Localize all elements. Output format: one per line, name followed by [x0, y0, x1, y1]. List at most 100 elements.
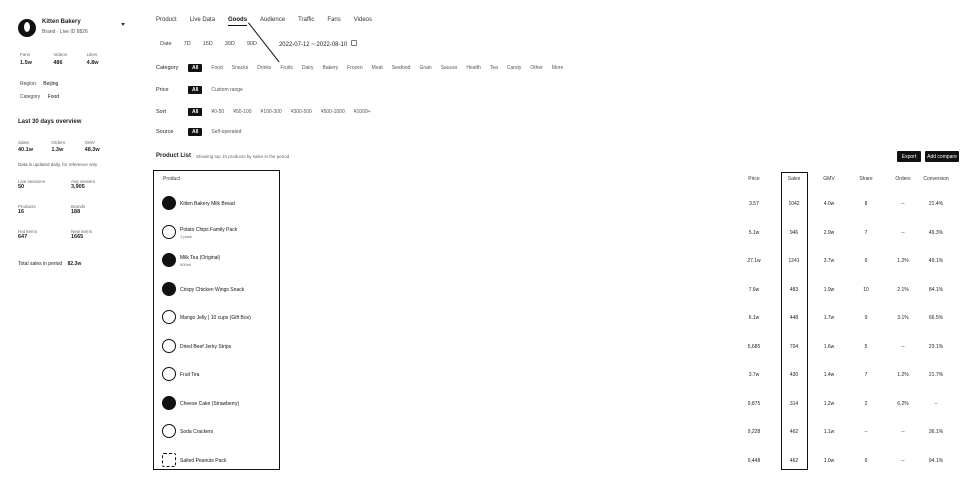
product-thumbnail-icon: [162, 424, 176, 438]
column-header-orders[interactable]: Orders: [889, 176, 917, 182]
column-header-sales[interactable]: Sales: [780, 176, 808, 182]
add-compare-button[interactable]: Add compare: [925, 151, 959, 162]
cell-share: 8: [864, 201, 868, 207]
filter-option[interactable]: ¥50-100: [233, 109, 251, 115]
cell-gmv: 1.7w: [823, 315, 835, 321]
metric: Products 16: [18, 204, 65, 226]
cell-sales: 483: [789, 287, 799, 293]
product-cell[interactable]: Cheese Cake (Strawberry): [162, 394, 274, 414]
product-cell[interactable]: Soda Crackers: [162, 422, 274, 442]
filter-option[interactable]: Meat: [372, 65, 383, 71]
cell-orders: 3.1%: [897, 315, 909, 321]
filter-option[interactable]: Snacks: [232, 65, 248, 71]
column-header-share[interactable]: Share: [852, 176, 880, 182]
filter-option-selected[interactable]: All: [188, 108, 203, 116]
filter-option[interactable]: Grain: [419, 65, 431, 71]
cell-price: 5,685: [747, 344, 761, 350]
column-header-product: Product: [163, 176, 181, 182]
tab-item-active[interactable]: Goods: [228, 17, 248, 26]
total-sales-label: Total sales in period: [18, 261, 63, 267]
tab-item[interactable]: Fans: [327, 17, 340, 26]
filter-row: Price All Custom range: [156, 86, 243, 94]
filter-option[interactable]: Bakery: [323, 65, 339, 71]
filter-option-selected[interactable]: All: [188, 86, 203, 94]
account-subtitle: Brand · Live ID 8826: [42, 29, 88, 35]
date-range-value: 2022-07-12 ~ 2022-08-10: [278, 42, 348, 48]
list-hint: Showing top 10 products by sales in the …: [196, 154, 290, 159]
filter-option[interactable]: ¥0-50: [211, 109, 224, 115]
filter-option[interactable]: ¥100-300: [261, 109, 282, 115]
product-cell[interactable]: Kitten Bakery Milk Bread: [162, 194, 274, 214]
cell-price: 27.1w: [747, 258, 761, 264]
product-cell[interactable]: Potato Chips Family Pack 1 pack: [162, 223, 274, 243]
product-name: Salted Peanuts Pack: [180, 458, 227, 464]
filter-option[interactable]: Candy: [507, 65, 521, 71]
cell-conv: 23.1%: [928, 344, 944, 350]
filter-option[interactable]: ¥1000+: [354, 109, 371, 115]
tab-item[interactable]: Videos: [354, 17, 372, 26]
account-switcher[interactable]: Kitten Bakery Brand · Live ID 8826: [18, 17, 128, 39]
chevron-down-icon[interactable]: [121, 23, 125, 26]
detail-value: Food: [47, 94, 60, 100]
date-chip[interactable]: 90D: [247, 41, 257, 47]
product-cell[interactable]: Salted Peanuts Pack: [162, 451, 274, 471]
export-button[interactable]: Export: [897, 151, 921, 162]
metric: New items 1665: [71, 229, 118, 251]
date-chip[interactable]: 7D: [184, 41, 191, 47]
tab-item[interactable]: Audience: [260, 17, 285, 26]
filter-option[interactable]: Self-operated: [211, 129, 241, 135]
product-cell[interactable]: Mango Jelly | 10 cups (Gift Box): [162, 308, 274, 328]
cell-gmv: 1.0w: [823, 458, 835, 464]
cell-share: 9: [864, 315, 868, 321]
cell-conv: 84.1%: [928, 287, 944, 293]
stat-label: Likes: [86, 52, 98, 57]
filter-option[interactable]: Frozen: [347, 65, 363, 71]
tab-item[interactable]: Live Data: [190, 17, 215, 26]
stat-value: 3,905: [71, 184, 85, 190]
filter-option[interactable]: Fruits: [280, 65, 293, 71]
filter-option[interactable]: Drinks: [257, 65, 271, 71]
product-cell[interactable]: Crispy Chicken Wings Snack: [162, 280, 274, 300]
filter-option[interactable]: Sauces: [441, 65, 458, 71]
filter-option[interactable]: Seafood: [392, 65, 411, 71]
date-chip[interactable]: 15D: [203, 41, 213, 47]
stat-value: 1665: [71, 234, 84, 240]
list-title: Product List: [156, 153, 192, 159]
column-header-price[interactable]: Price: [740, 176, 768, 182]
product-cell[interactable]: Dried Beef Jerky Strips: [162, 337, 274, 357]
account-name: Kitten Bakery: [42, 19, 81, 25]
filter-row: Category All Food Snacks Drinks Fruits Dairy Ba…: [156, 64, 563, 72]
filter-option[interactable]: Health: [466, 65, 480, 71]
tab-item[interactable]: Product: [156, 17, 177, 26]
cell-gmv: 2.9w: [823, 230, 835, 236]
filter-option[interactable]: ¥300-500: [291, 109, 312, 115]
tab-item[interactable]: Traffic: [298, 17, 314, 26]
date-range-picker[interactable]: 2022-07-12 ~ 2022-08-10: [278, 40, 358, 48]
detail-region: Region Beijing: [20, 81, 58, 87]
column-header-gmv[interactable]: GMV: [815, 176, 843, 182]
filter-option[interactable]: More: [552, 65, 563, 71]
filter-option[interactable]: Dairy: [302, 65, 314, 71]
date-chip[interactable]: 30D: [225, 41, 235, 47]
filter-option-selected[interactable]: All: [188, 128, 203, 136]
filter-option[interactable]: Tea: [490, 65, 498, 71]
column-header-conv[interactable]: Conversion: [922, 176, 950, 182]
product-cell[interactable]: Fruit Tea: [162, 365, 274, 385]
filter-option-selected[interactable]: All: [188, 64, 203, 72]
cell-orders: 2.1%: [897, 287, 909, 293]
cell-sales: 704: [789, 344, 799, 350]
filter-label: Sort: [156, 109, 167, 115]
metric: Avg viewers 3,905: [71, 179, 118, 201]
filter-option[interactable]: Other: [530, 65, 543, 71]
filter-option[interactable]: Food: [211, 65, 222, 71]
cell-sales: 462: [789, 458, 799, 464]
product-thumbnail-icon: [162, 196, 176, 210]
product-cell[interactable]: Milk Tea (Original) 500ml: [162, 251, 274, 271]
cell-conv: 66.5%: [928, 315, 944, 321]
total-sales-value: 82.3w: [67, 261, 82, 267]
filter-option[interactable]: Custom range: [211, 87, 242, 93]
cell-price: 9,228: [747, 429, 761, 435]
cell-orders: --: [901, 230, 905, 236]
filter-option[interactable]: ¥500-1000: [321, 109, 345, 115]
date-label: Date: [160, 41, 172, 47]
